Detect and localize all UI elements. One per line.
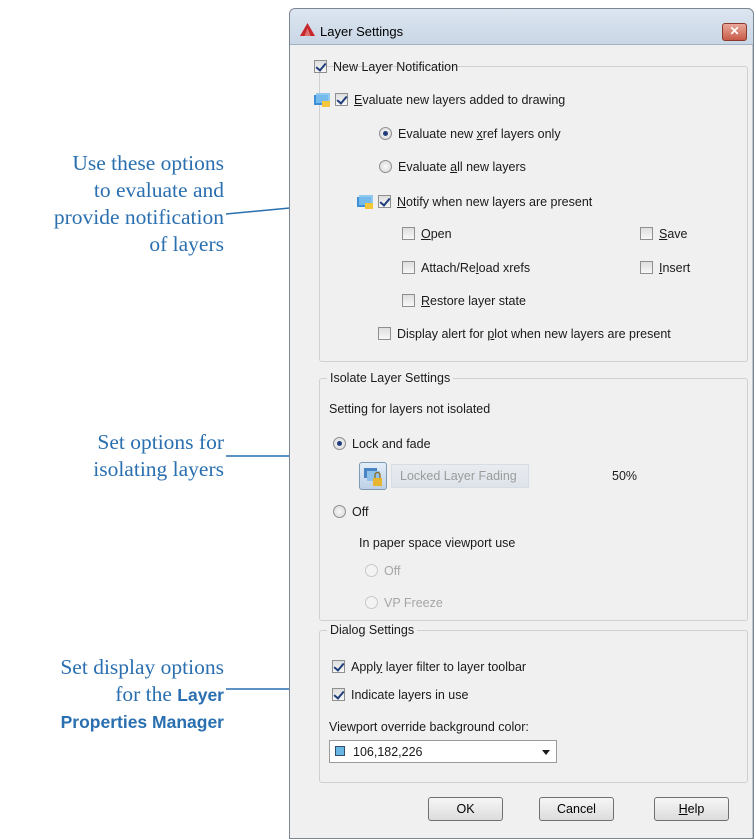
insert-checkbox[interactable]: Insert <box>640 261 690 275</box>
chevron-down-icon <box>542 750 550 755</box>
ok-button[interactable]: OK <box>428 797 503 821</box>
selected-color: 106,182,226 <box>353 745 423 759</box>
new-layer-notification-group: New Layer Notification <box>314 60 748 362</box>
check-icon <box>332 660 345 673</box>
close-button[interactable]: ✕ <box>722 23 747 41</box>
check-icon <box>332 688 345 701</box>
open-checkbox[interactable]: Open <box>402 227 452 241</box>
cancel-button[interactable]: Cancel <box>539 797 614 821</box>
title-bar[interactable]: Layer Settings ✕ <box>290 9 753 45</box>
new-layer-notification-checkbox[interactable]: New Layer Notification <box>314 60 458 74</box>
locked-layer-fading-icon <box>359 462 387 490</box>
checkbox-icon <box>402 227 415 240</box>
viewport-bg-label: Viewport override background color: <box>329 720 529 734</box>
viewport-bg-color-select[interactable]: 106,182,226 <box>329 740 557 763</box>
check-icon <box>314 60 327 73</box>
checkbox-icon <box>378 327 391 340</box>
locked-layer-fading-value: 50% <box>612 469 638 483</box>
group-title: Isolate Layer Settings <box>327 371 454 385</box>
lock-icon <box>364 468 382 486</box>
lock-and-fade-radio[interactable]: Lock and fade <box>333 437 431 451</box>
check-icon <box>378 195 391 208</box>
checkbox-icon <box>640 227 653 240</box>
notify-new-layers-checkbox[interactable]: Notify when new layers are present <box>378 195 592 209</box>
layer-settings-dialog: Layer Settings ✕ New Layer Notification … <box>289 8 754 839</box>
checkbox-icon <box>402 294 415 307</box>
vp-freeze-radio[interactable]: VP Freeze <box>365 596 443 610</box>
autocad-logo-icon <box>300 23 315 36</box>
checkbox-icon <box>402 261 415 274</box>
checkbox-icon <box>640 261 653 274</box>
evaluate-xref-only-radio[interactable]: Evaluate new xref layers only <box>379 127 561 141</box>
radio-icon <box>333 505 346 518</box>
apply-layer-filter-checkbox[interactable]: Apply layer filter to layer toolbar <box>332 660 526 674</box>
paper-space-off-radio[interactable]: Off <box>365 564 400 578</box>
locked-layer-fading-label: Locked Layer Fading <box>400 469 517 483</box>
layer-notify-icon <box>314 93 330 107</box>
plot-alert-checkbox[interactable]: Display alert for plot when new layers a… <box>378 327 671 341</box>
isolate-subtitle: Setting for layers not isolated <box>329 402 491 416</box>
isolate-off-radio[interactable]: Off <box>333 505 368 519</box>
save-checkbox[interactable]: Save <box>640 227 688 241</box>
radio-selected-icon <box>333 437 346 450</box>
radio-icon <box>379 160 392 173</box>
indicate-layers-checkbox[interactable]: Indicate layers in use <box>332 688 468 702</box>
group-title: Dialog Settings <box>327 623 418 637</box>
help-button[interactable]: Help <box>654 797 729 821</box>
evaluate-new-layers-checkbox[interactable]: Evaluate new layers added to drawing <box>335 93 565 107</box>
paper-space-label: In paper space viewport use <box>359 536 516 550</box>
check-icon <box>335 93 348 106</box>
radio-selected-icon <box>379 127 392 140</box>
evaluate-all-new-radio[interactable]: Evaluate all new layers <box>379 160 526 174</box>
layer-notify-icon <box>357 195 373 209</box>
radio-icon <box>365 596 378 609</box>
color-swatch <box>335 746 345 756</box>
dialog-title: Layer Settings <box>320 24 404 39</box>
radio-icon <box>365 564 378 577</box>
attach-reload-xrefs-checkbox[interactable]: Attach/Reload xrefs <box>402 261 530 275</box>
restore-layer-state-checkbox[interactable]: Restore layer state <box>402 294 526 308</box>
